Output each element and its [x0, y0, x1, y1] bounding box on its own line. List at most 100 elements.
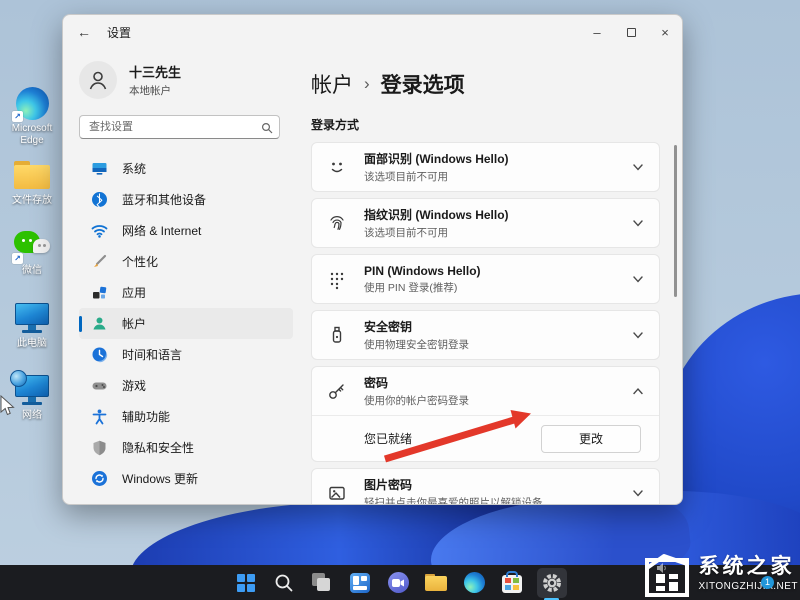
page-title: 登录选项 — [380, 74, 465, 97]
clock-icon — [91, 346, 108, 363]
start-button[interactable] — [233, 570, 259, 596]
desktop-icon-wechat[interactable]: ↗ 微信 — [1, 228, 63, 277]
selected-indicator — [79, 315, 82, 332]
desktop-icon-label: Microsoft Edge — [11, 123, 53, 146]
store-icon — [502, 571, 522, 593]
card-pin[interactable]: PIN (Windows Hello) 使用 PIN 登录(推荐) — [311, 254, 660, 304]
chevron-down-icon[interactable] — [629, 160, 645, 174]
search-box[interactable] — [79, 115, 280, 139]
desktop-icon-this-pc[interactable]: 此电脑 — [1, 301, 63, 350]
xitongzhijia-logo-icon — [644, 554, 689, 597]
face-icon — [326, 156, 350, 178]
section-label: 登录方式 — [311, 118, 360, 132]
widgets-icon — [350, 572, 370, 593]
network-places-icon — [10, 370, 50, 407]
desktop-icon-label: 文件存放 — [12, 195, 52, 206]
settings-gear-icon — [543, 573, 561, 592]
start-icon — [237, 573, 255, 592]
scrollbar-thumb[interactable] — [674, 145, 677, 297]
sidebar-item-bluetooth-devices[interactable]: 蓝牙和其他设备 — [79, 184, 293, 215]
maximize-button[interactable] — [614, 15, 648, 49]
sidebar-item-windows-update[interactable]: Windows 更新 — [79, 463, 293, 494]
profile-account-type: 本地帐户 — [129, 85, 171, 97]
user-profile[interactable]: 十三先生 本地帐户 — [79, 61, 311, 99]
breadcrumb-separator-icon: › — [364, 74, 370, 93]
personalization-brush-icon — [91, 253, 108, 270]
desktop-icon-folder[interactable]: 文件存放 — [1, 158, 63, 207]
sidebar-item-time-language[interactable]: 时间和语言 — [79, 339, 293, 370]
watermark-site: XITONGZHIJIA.NET — [698, 581, 798, 593]
accessibility-person-icon — [91, 408, 108, 425]
card-password[interactable]: 密码 使用你的帐户密码登录 您已就绪 更改 — [311, 366, 660, 462]
window-title: 设置 — [107, 25, 132, 40]
usb-security-key-icon — [326, 324, 350, 346]
search-input[interactable] — [79, 115, 280, 139]
profile-name: 十三先生 — [129, 65, 182, 80]
sidebar-item-accessibility[interactable]: 辅助功能 — [79, 401, 293, 432]
sidebar-item-network-internet[interactable]: 网络 & Internet — [79, 215, 293, 246]
card-fingerprint[interactable]: 指纹识别 (Windows Hello) 该选项目前不可用 — [311, 198, 660, 248]
store-button[interactable] — [499, 570, 525, 596]
chevron-down-icon[interactable] — [629, 272, 645, 286]
edge-shortcut-icon: ↗ — [12, 86, 50, 122]
this-pc-icon — [14, 301, 50, 335]
volume-icon — [656, 563, 666, 573]
close-button[interactable]: × — [648, 15, 682, 49]
back-button[interactable]: ← — [77, 24, 99, 40]
shield-icon — [91, 439, 108, 456]
minimize-button[interactable]: – — [580, 15, 614, 49]
person-icon — [89, 71, 107, 90]
titlebar: ← 设置 – × — [63, 15, 682, 49]
password-expanded-body: 您已就绪 更改 — [312, 415, 659, 461]
settings-sidebar: 十三先生 本地帐户 系统 — [63, 49, 311, 504]
widgets-button[interactable] — [347, 570, 373, 596]
sidebar-nav: 系统 蓝牙和其他设备 网络 & Internet 个性化 应用 帐户 时间和语言… — [79, 153, 311, 494]
taskbar-search-button[interactable] — [271, 570, 297, 596]
bluetooth-icon — [91, 191, 108, 208]
task-view-button[interactable] — [309, 570, 335, 596]
change-password-button[interactable]: 更改 — [541, 424, 641, 453]
wechat-shortcut-icon: ↗ — [12, 228, 50, 264]
desktop-icon-edge[interactable]: ↗ Microsoft Edge — [1, 86, 63, 146]
sidebar-item-personalization[interactable]: 个性化 — [79, 246, 293, 277]
system-icon — [91, 160, 108, 177]
file-explorer-icon — [425, 574, 447, 591]
pin-keypad-icon — [326, 268, 350, 290]
mouse-cursor — [0, 395, 15, 416]
chevron-up-icon[interactable] — [629, 384, 645, 398]
chevron-down-icon[interactable] — [629, 328, 645, 342]
search-icon — [261, 121, 273, 139]
card-security-key[interactable]: 安全密钥 使用物理安全密钥登录 — [311, 310, 660, 360]
settings-main: 帐户 › 登录选项 登录方式 面部识别 (Windows Hello) 该选项目… — [311, 49, 682, 504]
breadcrumb-parent[interactable]: 帐户 — [311, 69, 353, 99]
watermark: 系统之家 XITONGZHIJIA.NET 1 — [644, 552, 799, 598]
file-explorer-button[interactable] — [423, 570, 449, 596]
chevron-down-icon[interactable] — [629, 486, 645, 500]
sidebar-item-gaming[interactable]: 游戏 — [79, 370, 293, 401]
folder-icon — [14, 158, 50, 192]
shortcut-arrow-icon: ↗ — [12, 111, 23, 122]
settings-taskbar-button[interactable] — [537, 567, 567, 600]
picture-password-icon — [326, 482, 350, 504]
edge-button[interactable] — [461, 570, 487, 596]
sidebar-item-accounts[interactable]: 帐户 — [79, 308, 293, 339]
apps-icon — [91, 284, 108, 301]
chat-button[interactable] — [385, 570, 411, 596]
breadcrumb: 帐户 › 登录选项 — [311, 69, 660, 99]
shortcut-arrow-icon: ↗ — [12, 253, 23, 264]
sidebar-item-privacy-security[interactable]: 隐私和安全性 — [79, 432, 293, 463]
desktop-icon-label: 此电脑 — [17, 338, 47, 349]
sidebar-item-apps[interactable]: 应用 — [79, 277, 293, 308]
password-status-text: 您已就绪 — [364, 432, 413, 446]
sidebar-item-system[interactable]: 系统 — [79, 153, 293, 184]
card-picture-password[interactable]: 图片密码 轻扫并点击你最喜爱的照片以解锁设备 — [311, 468, 660, 504]
chat-icon — [387, 572, 409, 593]
game-controller-icon — [91, 377, 108, 394]
desktop-screen: ↗ Microsoft Edge 文件存放 ↗ 微信 此电脑 网络 ← 设置 – — [0, 0, 800, 600]
settings-window: ← 设置 – × 十三先生 本地帐户 查找设置 系统 蓝牙和其他设备 网络 & … — [62, 14, 683, 505]
avatar — [79, 61, 117, 99]
card-face-recognition[interactable]: 面部识别 (Windows Hello) 该选项目前不可用 — [311, 142, 660, 192]
accounts-icon — [91, 315, 108, 332]
notification-badge[interactable]: 1 — [761, 576, 774, 589]
chevron-down-icon[interactable] — [629, 216, 645, 230]
